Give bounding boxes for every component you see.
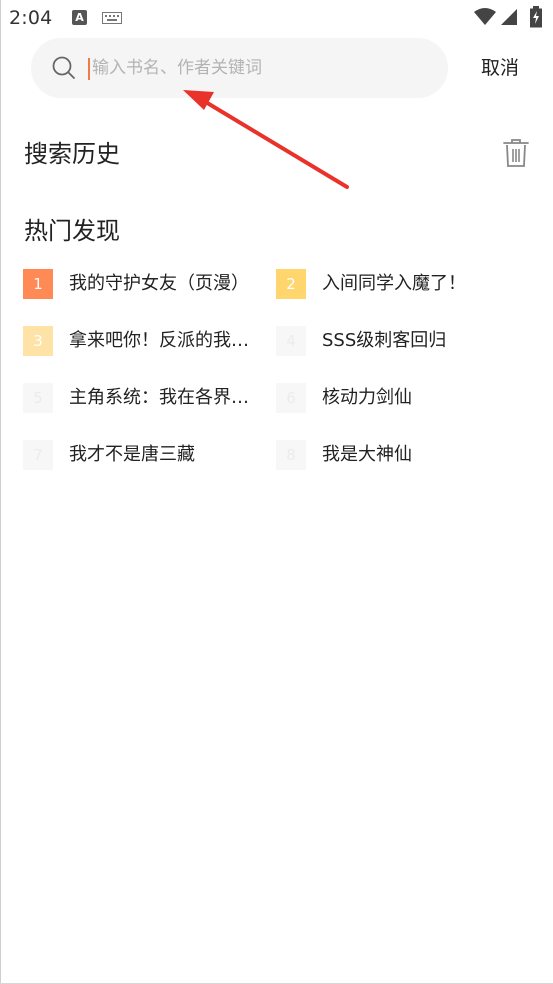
hot-item[interactable]: 1 我的守护女友（页漫） (23, 269, 268, 301)
hot-item-title: 入间同学入魔了！ (322, 273, 466, 294)
search-history-title: 搜索历史 (24, 140, 120, 168)
hot-item[interactable]: 6 核动力剑仙 (276, 383, 526, 415)
a-notification-icon: A (72, 10, 87, 25)
rank-badge: 5 (23, 383, 53, 413)
rank-badge: 6 (276, 383, 306, 413)
status-bar: 2:04 A (0, 0, 553, 36)
trash-icon[interactable] (503, 138, 529, 168)
hot-item[interactable]: 2 入间同学入魔了！ (276, 269, 526, 301)
hot-item[interactable]: 4 SSS级刺客回归 (276, 326, 526, 358)
search-box[interactable] (31, 38, 448, 98)
rank-badge: 2 (276, 269, 306, 299)
hot-item[interactable]: 3 拿来吧你！反派的我… (23, 326, 268, 358)
hot-item-title: 我是大神仙 (322, 444, 412, 465)
hot-discover-title: 热门发现 (24, 217, 120, 245)
hot-item[interactable]: 5 主角系统：我在各界… (23, 383, 268, 415)
rank-badge: 3 (23, 326, 53, 356)
hot-item[interactable]: 7 我才不是唐三藏 (23, 440, 268, 472)
hot-item-title: 核动力剑仙 (322, 387, 412, 408)
hot-item-title: 主角系统：我在各界… (69, 387, 249, 408)
keyboard-icon (102, 12, 122, 24)
battery-icon (530, 6, 542, 28)
rank-badge: 8 (276, 440, 306, 470)
status-time: 2:04 (9, 7, 53, 29)
rank-badge: 4 (276, 326, 306, 356)
hot-item-title: 我才不是唐三藏 (69, 444, 195, 465)
signal-icon (501, 9, 517, 25)
rank-badge: 1 (23, 269, 53, 299)
hot-item[interactable]: 8 我是大神仙 (276, 440, 526, 472)
cancel-button[interactable]: 取消 (470, 48, 530, 88)
search-icon (52, 56, 75, 79)
wifi-icon (474, 8, 496, 25)
hot-item-title: SSS级刺客回归 (322, 330, 447, 351)
hot-item-title: 拿来吧你！反派的我… (69, 330, 249, 351)
search-input[interactable] (88, 38, 432, 98)
rank-badge: 7 (23, 440, 53, 470)
hot-item-title: 我的守护女友（页漫） (69, 273, 249, 294)
page-left-edge (0, 0, 1, 984)
